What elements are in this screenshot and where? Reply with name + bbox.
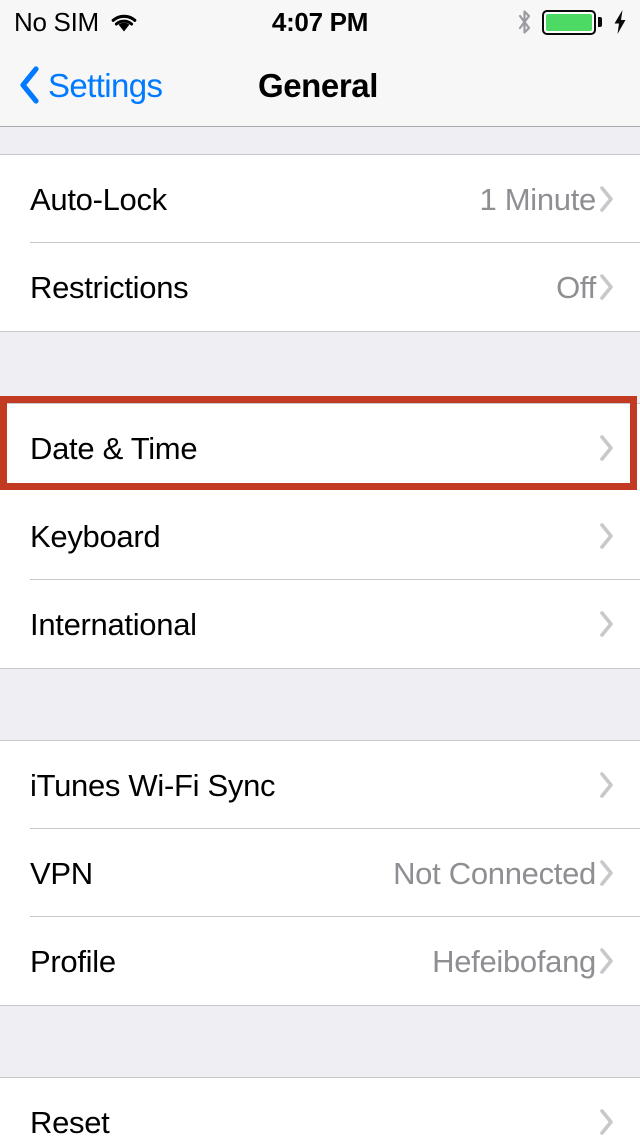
iphone-screen: No SIM 4:07 PM Settings General Auto-Loc…: [0, 0, 640, 1136]
row-reset[interactable]: Reset: [0, 1078, 640, 1136]
group-gap-3: [0, 1005, 640, 1078]
chevron-right-icon: [600, 523, 613, 549]
row-international[interactable]: International: [0, 580, 640, 668]
settings-group-1: Auto-Lock 1 Minute Restrictions Off: [0, 155, 640, 331]
status-bar: No SIM 4:07 PM: [0, 0, 640, 44]
chevron-right-icon: [600, 435, 613, 461]
settings-group-2: Date & Time Keyboard International: [0, 404, 640, 668]
clock-label: 4:07 PM: [271, 7, 369, 37]
row-value: 1 Minute: [479, 181, 597, 217]
battery-level-fill: [546, 13, 592, 31]
row-label: Keyboard: [30, 518, 161, 554]
row-label: Auto-Lock: [30, 181, 167, 217]
row-value: Not Connected: [393, 855, 596, 891]
battery-cap: [598, 17, 602, 27]
status-bar-right: [516, 0, 628, 44]
page-title: General: [257, 66, 379, 104]
settings-group-3: iTunes Wi-Fi Sync VPN Not Connected Prof…: [0, 741, 640, 1005]
row-vpn[interactable]: VPN Not Connected: [0, 829, 640, 917]
chevron-right-icon: [600, 611, 613, 637]
row-value: Off: [556, 269, 596, 305]
row-restrictions[interactable]: Restrictions Off: [0, 243, 640, 331]
row-itunes-wifi-sync[interactable]: iTunes Wi-Fi Sync: [0, 741, 640, 829]
row-label: Date & Time: [30, 430, 198, 466]
row-value: Hefeibofang: [432, 943, 596, 979]
row-profile[interactable]: Profile Hefeibofang: [0, 917, 640, 1005]
row-label: Reset: [30, 1104, 110, 1136]
chevron-right-icon: [600, 1109, 613, 1135]
back-button[interactable]: Settings: [18, 44, 163, 126]
bluetooth-icon: [518, 10, 531, 34]
row-date-and-time[interactable]: Date & Time: [0, 404, 640, 492]
navigation-bar: Settings General: [0, 44, 640, 127]
row-label: Profile: [30, 943, 116, 979]
row-label: International: [30, 606, 197, 642]
row-label: VPN: [30, 855, 93, 891]
chevron-right-icon: [600, 274, 613, 300]
row-label: Restrictions: [30, 269, 189, 305]
battery-body: [542, 9, 596, 35]
chevron-right-icon: [600, 186, 613, 212]
group-gap-top: [0, 127, 640, 155]
chevron-right-icon: [600, 860, 613, 886]
group-gap-1: [0, 331, 640, 404]
chevron-left-icon: [20, 66, 39, 104]
group-gap-2: [0, 668, 640, 741]
settings-group-4: Reset: [0, 1078, 640, 1136]
lightning-bolt-icon: [614, 10, 626, 34]
chevron-right-icon: [600, 772, 613, 798]
battery-icon: [542, 9, 602, 35]
row-keyboard[interactable]: Keyboard: [0, 492, 640, 580]
row-label: iTunes Wi-Fi Sync: [30, 767, 276, 803]
chevron-right-icon: [600, 948, 613, 974]
back-button-label: Settings: [48, 66, 163, 104]
row-auto-lock[interactable]: Auto-Lock 1 Minute: [0, 155, 640, 243]
settings-table[interactable]: Auto-Lock 1 Minute Restrictions Off Date…: [0, 127, 640, 1136]
